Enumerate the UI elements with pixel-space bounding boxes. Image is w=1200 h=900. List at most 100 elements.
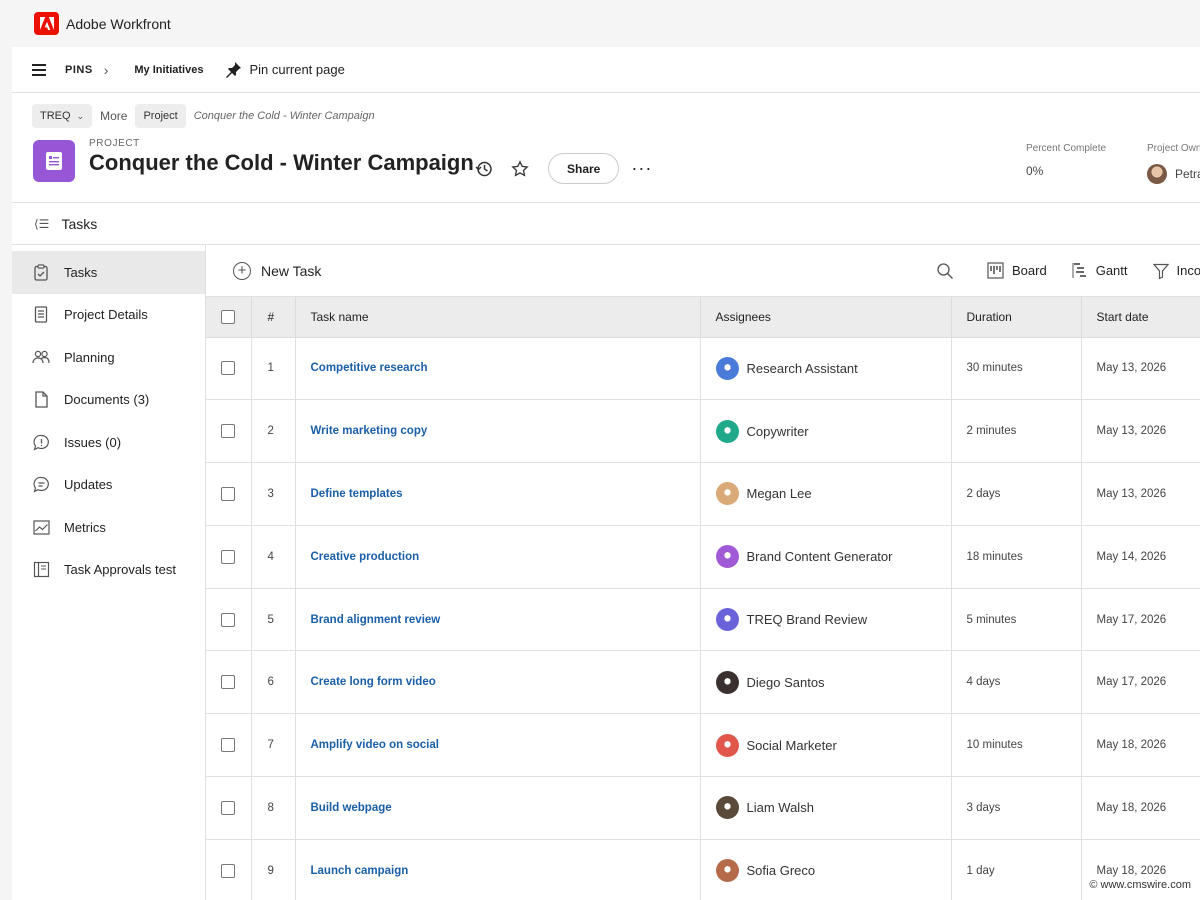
table-row[interactable]: 6 Create long form video Diego Santos 4 day… (206, 650, 1200, 715)
table-row[interactable]: 1 Competitive research Research Assistant 3… (206, 337, 1200, 401)
duration-cell[interactable]: 10 minutes (951, 713, 1082, 778)
project-owner-value[interactable]: Petra (1175, 167, 1200, 181)
table-row[interactable]: 5 Brand alignment review TREQ Brand Review… (206, 588, 1200, 652)
hamburger-menu-icon[interactable] (32, 63, 46, 76)
sidebar-item-project-details[interactable]: Project Details (12, 294, 205, 337)
duration-cell[interactable]: 4 days (951, 650, 1082, 715)
row-checkbox[interactable] (221, 361, 235, 376)
pins-label[interactable]: PINS (65, 64, 93, 76)
avatar[interactable] (1147, 164, 1167, 184)
table-row[interactable]: 9 Launch campaign Sofia Greco 1 day May 18, … (206, 839, 1200, 900)
assignee-name[interactable]: TREQ Brand Review (747, 612, 868, 627)
duration-cell[interactable]: 18 minutes (951, 525, 1082, 589)
assignee-name[interactable]: Liam Walsh (747, 800, 814, 815)
assignee-name[interactable]: Brand Content Generator (747, 549, 893, 564)
sidebar-item-documents[interactable]: Documents (3) (12, 379, 205, 422)
task-name-link[interactable]: Launch campaign (311, 865, 409, 877)
duration-cell[interactable]: 2 minutes (951, 399, 1082, 464)
start-date-cell[interactable]: May 17, 2026 (1081, 650, 1200, 715)
duration-cell[interactable]: 30 minutes (951, 337, 1082, 401)
duration-cell[interactable]: 3 days (951, 776, 1082, 840)
row-checkbox[interactable] (221, 424, 235, 439)
start-date-cell[interactable]: May 18, 2026 (1081, 713, 1200, 778)
sidebar-item-planning[interactable]: Planning (12, 336, 205, 379)
start-date-cell[interactable]: May 18, 2026 (1081, 776, 1200, 840)
avatar[interactable] (715, 545, 739, 569)
adobe-logo-icon[interactable] (34, 12, 59, 35)
task-name-link[interactable]: Creative production (311, 551, 420, 563)
star-icon[interactable] (510, 159, 530, 179)
avatar[interactable] (715, 356, 739, 380)
new-task-button[interactable]: + New Task (233, 261, 321, 280)
row-checkbox[interactable] (221, 800, 235, 815)
task-name-link[interactable]: Amplify video on social (311, 739, 439, 751)
assignee-name[interactable]: Copywriter (747, 424, 809, 439)
row-select-cell[interactable] (206, 650, 252, 715)
duration-cell[interactable]: 1 day (951, 839, 1082, 900)
select-all-checkbox[interactable] (221, 309, 235, 324)
column-header-start-date[interactable]: Start date (1081, 297, 1200, 338)
start-date-cell[interactable]: May 13, 2026 (1081, 337, 1200, 401)
assignee-name[interactable]: Social Marketer (747, 738, 837, 753)
avatar[interactable] (715, 608, 739, 632)
duration-cell[interactable]: 5 minutes (951, 588, 1082, 652)
sidebar-item-task-approvals[interactable]: Task Approvals test (12, 549, 205, 592)
start-date-cell[interactable]: May 17, 2026 (1081, 588, 1200, 652)
start-date-cell[interactable]: May 13, 2026 (1081, 399, 1200, 464)
column-header-assignees[interactable]: Assignees (700, 297, 952, 338)
sidebar-item-issues[interactable]: Issues (0) (12, 421, 205, 464)
row-select-cell[interactable] (206, 462, 252, 526)
select-all-header[interactable] (206, 297, 252, 338)
gantt-view-button[interactable]: Gantt (1072, 262, 1128, 279)
row-checkbox[interactable] (221, 675, 235, 690)
task-name-link[interactable]: Competitive research (311, 362, 428, 374)
assignee-name[interactable]: Sofia Greco (747, 863, 816, 878)
start-date-cell[interactable]: May 13, 2026 (1081, 462, 1200, 526)
row-select-cell[interactable] (206, 713, 252, 778)
row-checkbox[interactable] (221, 738, 235, 753)
sidebar-item-tasks[interactable]: Tasks (12, 251, 205, 294)
row-select-cell[interactable] (206, 337, 252, 401)
pin-current-page-button[interactable]: Pin current page (225, 61, 345, 78)
row-checkbox[interactable] (221, 486, 235, 501)
table-row[interactable]: 2 Write marketing copy Copywriter 2 minutes… (206, 399, 1200, 464)
assignee-name[interactable]: Megan Lee (747, 486, 812, 501)
row-select-cell[interactable] (206, 839, 252, 900)
avatar[interactable] (715, 796, 739, 820)
row-checkbox[interactable] (221, 863, 235, 878)
history-icon[interactable] (474, 159, 494, 179)
assignee-name[interactable]: Diego Santos (747, 675, 825, 690)
filter-button[interactable]: Incom (1152, 263, 1200, 279)
row-select-cell[interactable] (206, 776, 252, 840)
pinned-link-my-initiatives[interactable]: My Initiatives (134, 64, 203, 76)
task-name-link[interactable]: Brand alignment review (311, 614, 441, 626)
collapse-sidebar-icon[interactable]: ⟨☰ (34, 217, 49, 231)
column-header-number[interactable]: # (251, 297, 296, 338)
column-header-duration[interactable]: Duration (951, 297, 1082, 338)
row-checkbox[interactable] (221, 612, 235, 627)
share-button[interactable]: Share (548, 153, 620, 184)
avatar[interactable] (715, 859, 739, 883)
breadcrumb-more[interactable]: More (100, 109, 127, 123)
search-button[interactable] (936, 262, 962, 280)
sidebar-item-metrics[interactable]: Metrics (12, 506, 205, 549)
board-view-button[interactable]: Board (987, 262, 1047, 279)
task-name-link[interactable]: Create long form video (311, 676, 436, 688)
column-header-task-name[interactable]: Task name (295, 297, 701, 338)
duration-cell[interactable]: 2 days (951, 462, 1082, 526)
table-row[interactable]: 4 Creative production Brand Content Genera… (206, 525, 1200, 589)
sidebar-item-updates[interactable]: Updates (12, 464, 205, 507)
table-row[interactable]: 7 Amplify video on social Social Marketer 1… (206, 713, 1200, 778)
breadcrumb-treq-dropdown[interactable]: TREQ ⌄ (32, 104, 93, 128)
breadcrumb-project[interactable]: Project (135, 104, 186, 128)
row-select-cell[interactable] (206, 399, 252, 464)
task-name-link[interactable]: Write marketing copy (311, 425, 428, 437)
more-options-icon[interactable]: ··· (631, 158, 652, 179)
task-name-link[interactable]: Define templates (311, 488, 403, 500)
table-row[interactable]: 3 Define templates Megan Lee 2 days May 13, … (206, 462, 1200, 526)
avatar[interactable] (715, 482, 739, 506)
row-select-cell[interactable] (206, 525, 252, 589)
table-row[interactable]: 8 Build webpage Liam Walsh 3 days May 18, 20… (206, 776, 1200, 840)
avatar[interactable] (715, 419, 739, 443)
row-checkbox[interactable] (221, 549, 235, 564)
